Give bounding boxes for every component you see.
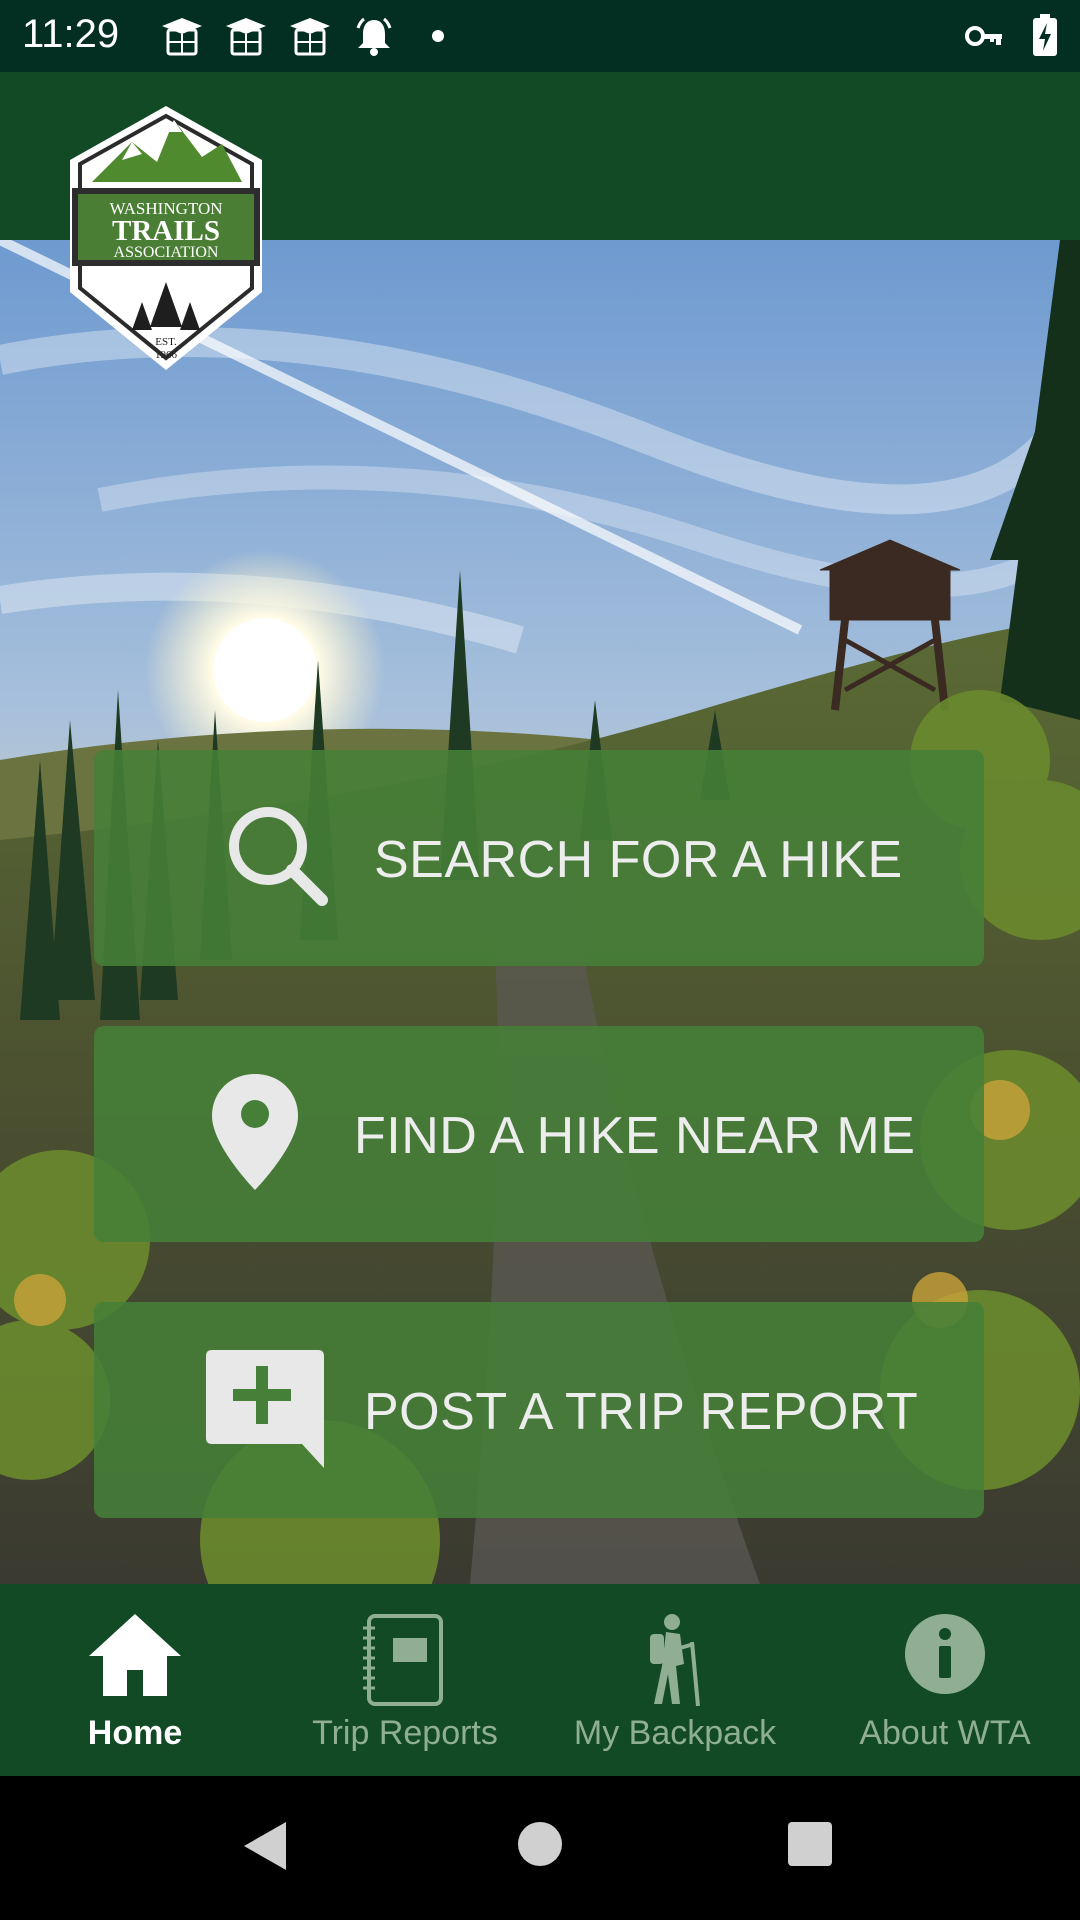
logo-text-year: 1966 [155, 349, 178, 361]
status-bar: 11:29 [0, 0, 1080, 72]
graduation-cap-icon [290, 18, 330, 56]
status-system-icons [964, 14, 1058, 58]
add-comment-icon [206, 1350, 324, 1468]
location-pin-icon [212, 1074, 298, 1190]
nav-label-about-wta: About WTA [859, 1714, 1031, 1752]
notebook-icon [363, 1614, 443, 1706]
status-time: 11:29 [22, 12, 120, 56]
recents-square-icon[interactable] [786, 1820, 834, 1868]
home-circle-icon[interactable] [516, 1820, 564, 1868]
bell-icon [356, 17, 392, 56]
status-notification-icons [160, 14, 460, 58]
bottom-navigation: Home Trip Reports My Backpack About WTA [0, 1584, 1080, 1776]
system-navigation-bar [0, 1776, 1080, 1920]
find-a-hike-near-me-label: FIND A HIKE NEAR ME [354, 1107, 916, 1165]
post-a-trip-report-button[interactable]: POST A TRIP REPORT [94, 1302, 984, 1518]
nav-label-my-backpack: My Backpack [573, 1714, 777, 1752]
dot-icon [432, 30, 444, 42]
logo-text-trails: TRAILS [112, 215, 220, 247]
nav-item-trip-reports[interactable]: Trip Reports [270, 1584, 540, 1776]
search-icon [229, 807, 328, 906]
info-icon [905, 1614, 985, 1694]
post-a-trip-report-label: POST A TRIP REPORT [364, 1383, 919, 1441]
logo-text-association: ASSOCIATION [114, 244, 219, 261]
back-icon[interactable] [242, 1820, 288, 1872]
wta-logo: WASHINGTON TRAILS ASSOCIATION EST. 1966 [70, 106, 262, 370]
find-a-hike-near-me-button[interactable]: FIND A HIKE NEAR ME [94, 1026, 984, 1242]
nav-label-trip-reports: Trip Reports [312, 1714, 498, 1752]
nav-label-home: Home [87, 1714, 183, 1752]
vpn-key-icon [965, 26, 1002, 46]
nav-item-home[interactable]: Home [0, 1584, 270, 1776]
hiker-icon [650, 1614, 700, 1707]
nav-item-about-wta[interactable]: About WTA [810, 1584, 1080, 1776]
search-for-a-hike-label: SEARCH FOR A HIKE [374, 831, 903, 889]
graduation-cap-icon [162, 18, 202, 56]
graduation-cap-icon [226, 18, 266, 56]
nav-item-my-backpack[interactable]: My Backpack [540, 1584, 810, 1776]
home-icon [89, 1614, 181, 1696]
battery-charging-icon [1033, 14, 1057, 56]
logo-text-est: EST. [155, 336, 177, 348]
search-for-a-hike-button[interactable]: SEARCH FOR A HIKE [94, 750, 984, 966]
